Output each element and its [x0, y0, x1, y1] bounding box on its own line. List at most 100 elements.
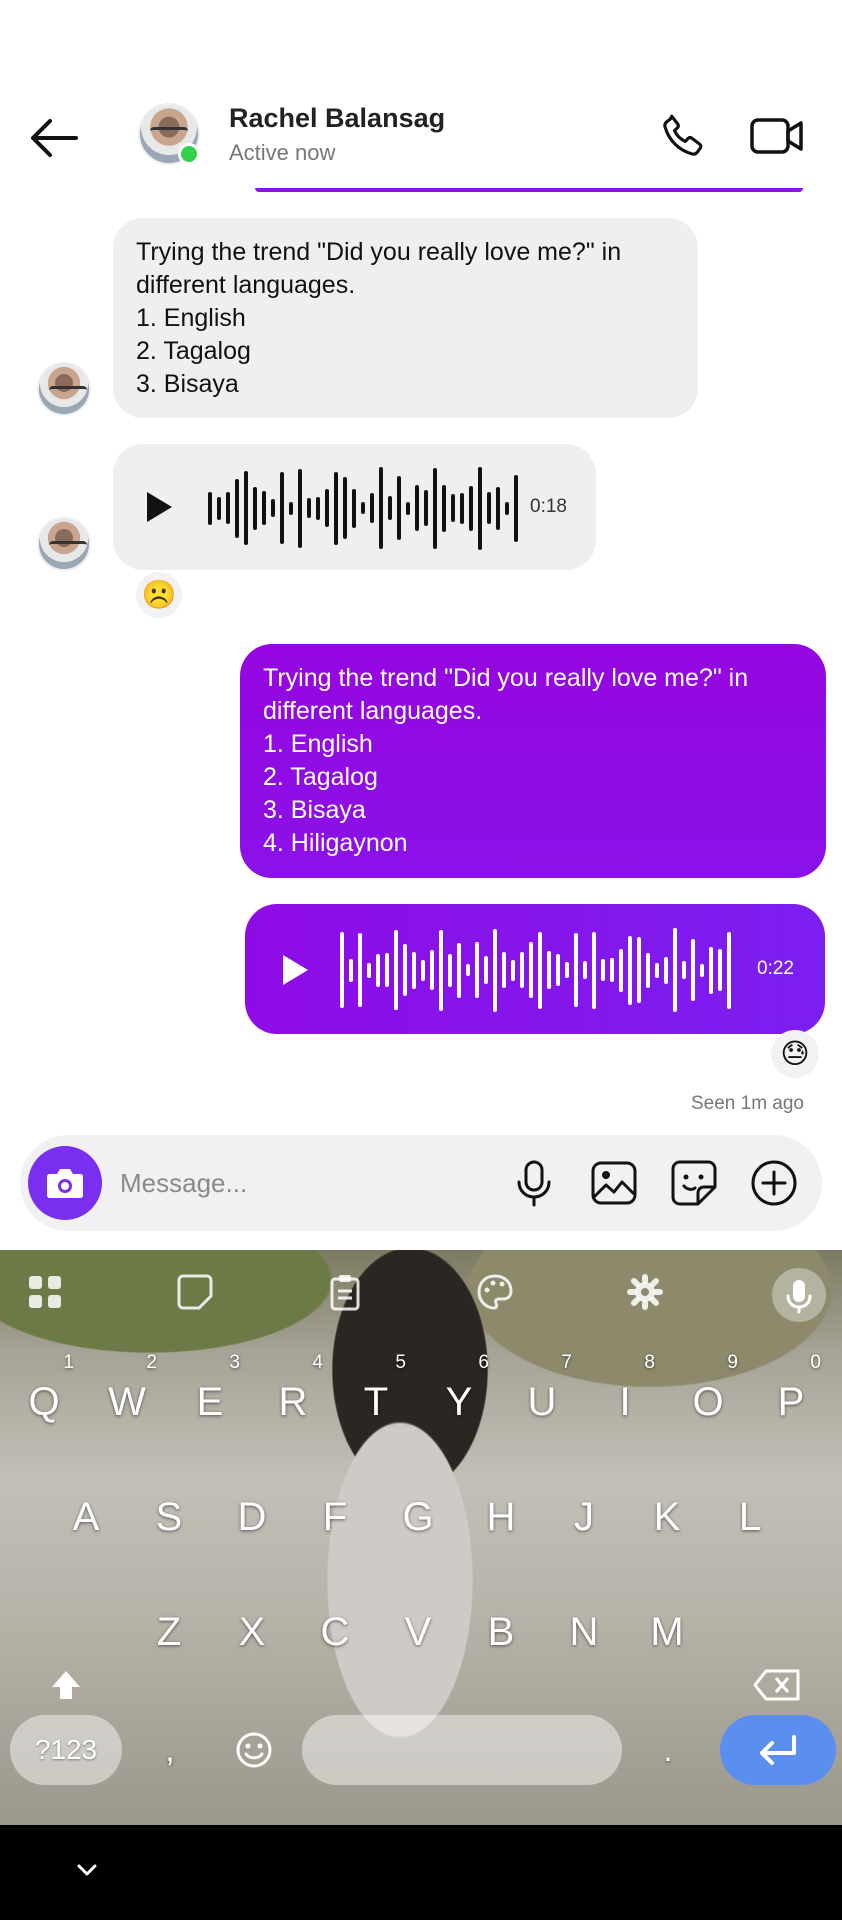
waveform-bar	[403, 944, 407, 996]
outgoing-message-bubble[interactable]: Trying the trend "Did you really love me…	[240, 644, 826, 878]
settings-gear-icon[interactable]	[622, 1272, 668, 1318]
key-d[interactable]: D	[216, 1472, 288, 1562]
contact-name[interactable]: Rachel Balansag	[229, 103, 445, 134]
key-x[interactable]: X	[216, 1587, 288, 1677]
symbols-key[interactable]: ?123	[10, 1715, 122, 1785]
key-v[interactable]: V	[382, 1587, 454, 1677]
message-line: Trying the trend "Did you really love me…	[263, 664, 749, 692]
key-hint-number: 2	[146, 1352, 157, 1373]
key-g[interactable]: G	[382, 1472, 454, 1562]
key-o[interactable]: O9	[672, 1353, 744, 1447]
voice-waveform[interactable]	[208, 462, 518, 554]
waveform-bar	[682, 961, 686, 979]
voice-input-icon[interactable]	[772, 1268, 826, 1322]
key-r[interactable]: R4	[257, 1353, 329, 1447]
key-hint-number: 0	[810, 1352, 821, 1373]
waveform-bar	[298, 468, 302, 548]
waveform-bar	[610, 958, 614, 982]
comma-key[interactable]: ,	[134, 1705, 206, 1795]
microphone-icon[interactable]	[508, 1157, 560, 1209]
voice-duration: 0:22	[757, 958, 794, 979]
voice-duration: 0:18	[530, 496, 567, 517]
play-icon[interactable]	[143, 489, 175, 530]
key-a[interactable]: A	[50, 1472, 122, 1562]
message-line: 2. Tagalog	[263, 763, 378, 791]
reaction-emoji[interactable]: ☹️	[136, 572, 182, 618]
waveform-bar	[601, 959, 605, 981]
key-b[interactable]: B	[465, 1587, 537, 1677]
waveform-bar	[385, 953, 389, 987]
outgoing-voice-message[interactable]: 0:22	[245, 904, 825, 1034]
waveform-bar	[367, 962, 371, 978]
back-arrow-icon[interactable]	[28, 115, 80, 161]
video-call-icon[interactable]	[748, 111, 806, 161]
waveform-bar	[637, 937, 641, 1003]
waveform-bar	[349, 958, 353, 982]
waveform-bar	[565, 962, 569, 978]
waveform-bar	[370, 493, 374, 523]
key-w[interactable]: W2	[91, 1353, 163, 1447]
key-j[interactable]: J	[548, 1472, 620, 1562]
message-composer	[20, 1135, 822, 1231]
emoji-key[interactable]	[218, 1705, 290, 1795]
reaction-emoji[interactable]: 😓	[771, 1030, 819, 1078]
key-u[interactable]: U7	[506, 1353, 578, 1447]
key-i[interactable]: I8	[589, 1353, 661, 1447]
incoming-voice-message[interactable]: 0:18	[113, 444, 596, 570]
key-p[interactable]: P0	[755, 1353, 827, 1447]
waveform-bar	[460, 492, 464, 524]
apps-grid-icon[interactable]	[22, 1272, 68, 1318]
key-q[interactable]: Q1	[8, 1353, 80, 1447]
sticker-icon[interactable]	[668, 1157, 720, 1209]
chevron-down-icon[interactable]	[72, 1855, 102, 1885]
message-line: 1. English	[136, 304, 246, 332]
sticker-icon[interactable]	[172, 1272, 218, 1318]
waveform-bar	[538, 931, 542, 1009]
waveform-bar	[592, 931, 596, 1009]
online-indicator	[178, 143, 200, 165]
key-hint-number: 9	[727, 1352, 738, 1373]
key-k[interactable]: K	[631, 1472, 703, 1562]
clipboard-icon[interactable]	[322, 1272, 368, 1318]
enter-key[interactable]	[720, 1715, 836, 1785]
waveform-bar	[307, 498, 311, 518]
waveform-bar	[709, 946, 713, 994]
key-f[interactable]: F	[299, 1472, 371, 1562]
key-y[interactable]: Y6	[423, 1353, 495, 1447]
voice-waveform[interactable]	[340, 924, 731, 1016]
waveform-bar	[325, 489, 329, 527]
key-e[interactable]: E3	[174, 1353, 246, 1447]
waveform-bar	[700, 963, 704, 977]
period-key[interactable]: .	[632, 1705, 704, 1795]
key-c[interactable]: C	[299, 1587, 371, 1677]
key-z[interactable]: Z	[133, 1587, 205, 1677]
key-h[interactable]: H	[465, 1472, 537, 1562]
message-input[interactable]	[120, 1163, 410, 1203]
incoming-message-bubble[interactable]: Trying the trend "Did you really love me…	[113, 218, 698, 418]
space-key[interactable]	[302, 1715, 622, 1785]
camera-icon[interactable]	[28, 1146, 102, 1220]
gallery-icon[interactable]	[588, 1157, 640, 1209]
key-n[interactable]: N	[548, 1587, 620, 1677]
waveform-bar	[502, 952, 506, 988]
play-icon[interactable]	[279, 952, 311, 993]
waveform-bar	[217, 496, 221, 520]
phone-call-icon[interactable]	[658, 111, 708, 161]
sender-avatar[interactable]	[37, 362, 91, 416]
add-icon[interactable]	[748, 1157, 800, 1209]
palette-icon[interactable]	[472, 1272, 518, 1318]
waveform-bar	[655, 962, 659, 978]
waveform-bar	[262, 491, 266, 525]
chat-header: Rachel Balansag Active now	[0, 95, 842, 181]
waveform-bar	[379, 467, 383, 549]
message-line: different languages.	[263, 697, 483, 725]
key-t[interactable]: T5	[340, 1353, 412, 1447]
key-s[interactable]: S	[133, 1472, 205, 1562]
sender-avatar[interactable]	[37, 517, 91, 571]
key-hint-number: 7	[561, 1352, 572, 1373]
message-line: 1. English	[263, 730, 373, 758]
key-l[interactable]: L	[714, 1472, 786, 1562]
seen-status: Seen 1m ago	[690, 1093, 804, 1114]
key-hint-number: 8	[644, 1352, 655, 1373]
key-m[interactable]: M	[631, 1587, 703, 1677]
